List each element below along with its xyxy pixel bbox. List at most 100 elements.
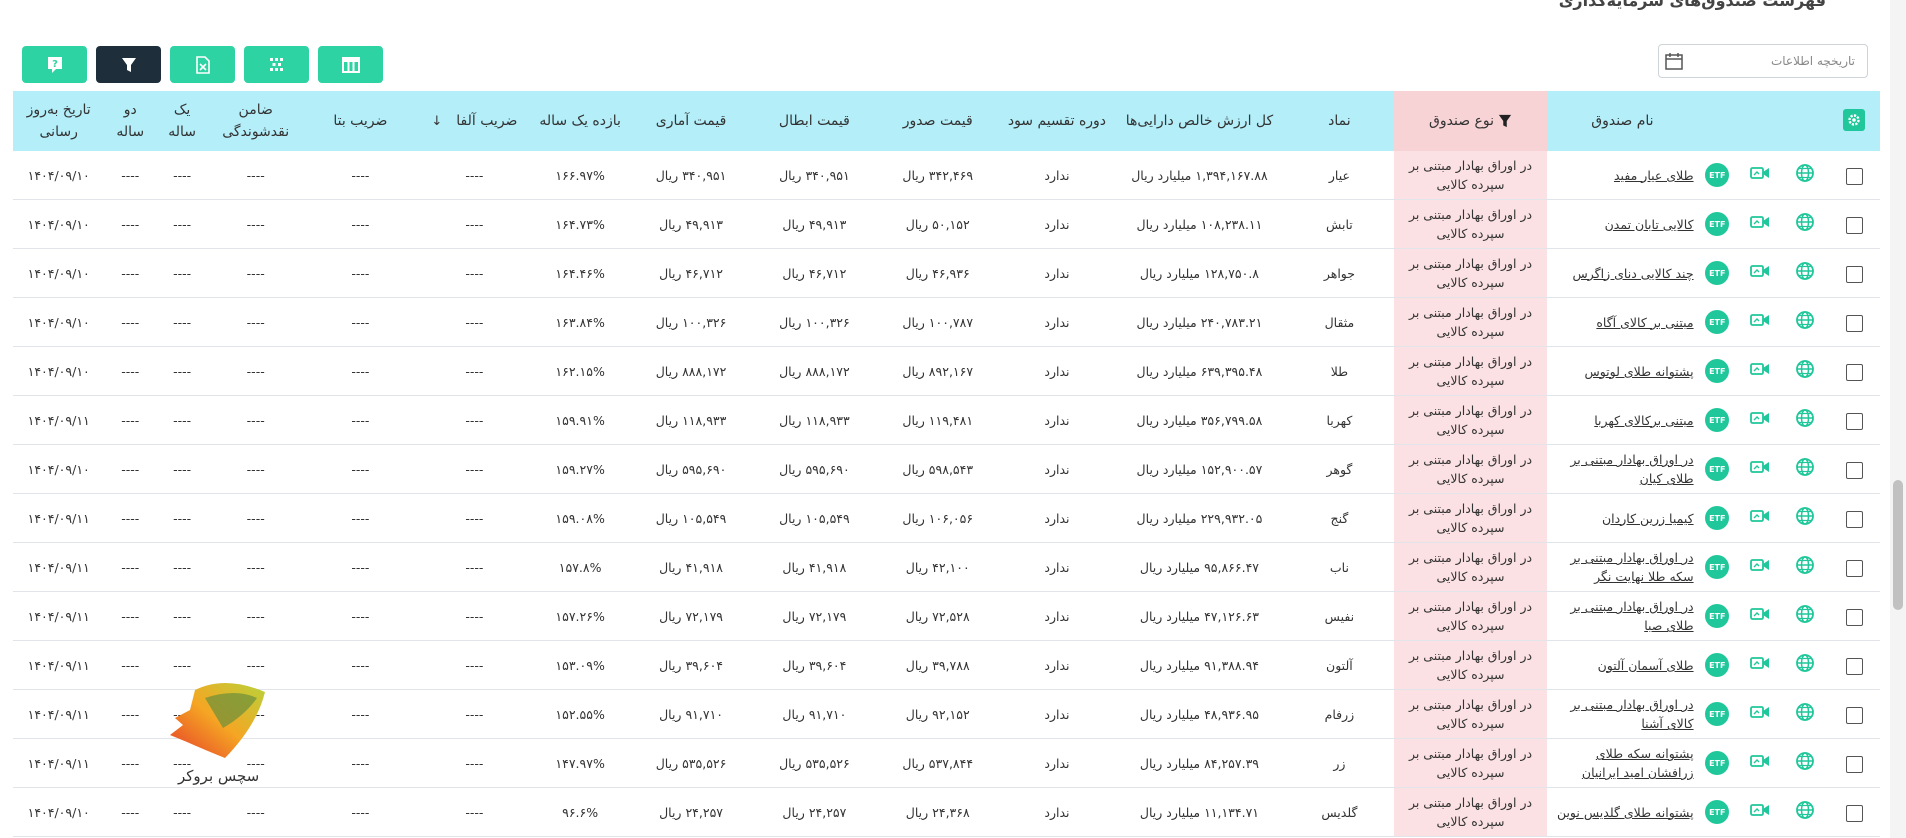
video-camera-icon[interactable] [1749,607,1770,621]
video-camera-icon[interactable] [1749,803,1770,817]
video-camera-icon[interactable] [1749,558,1770,572]
dividend-cell: ندارد [999,689,1114,739]
fund-name-link[interactable]: پشتوانه طلای گلدیس نوین [1557,805,1694,820]
table-row[interactable]: ETF در اوراق بهادار مبتنی بر سکه طلا نهای… [13,542,1880,592]
fund-name-link[interactable]: کالایی تابان تمدن [1605,217,1694,232]
help-button[interactable]: ? [22,46,87,83]
table-row[interactable]: ETF طلای عیار مفید در اوراق بهادار مبتنی ب… [13,151,1880,200]
row-checkbox[interactable] [1845,706,1863,724]
fund-name-link[interactable]: طلای عیار مفید [1614,168,1694,183]
header-stat-price[interactable]: قیمت آماری [628,91,754,151]
table-row[interactable]: ETF کالایی تابان تمدن در اوراق بهادار مبتن… [13,199,1880,249]
globe-icon[interactable] [1795,751,1815,771]
row-checkbox[interactable] [1845,412,1863,430]
globe-icon[interactable] [1795,457,1815,477]
video-camera-icon[interactable] [1749,215,1770,229]
fund-name-link[interactable]: در اوراق بهادار مبتنی بر سکه طلا نهایت ن… [1570,550,1693,584]
header-symbol[interactable]: نماد [1284,91,1394,151]
video-camera-icon[interactable] [1749,705,1770,719]
video-camera-icon[interactable] [1749,264,1770,278]
table-row[interactable]: ETF پشتوانه سکه طلای زرافشان امید ایرانیا… [13,738,1880,788]
fund-name-link[interactable]: پشتوانه سکه طلای زرافشان امید ایرانیان [1582,746,1694,780]
globe-icon[interactable] [1795,604,1815,624]
globe-icon[interactable] [1795,555,1815,575]
header-cancel-price[interactable]: قیمت ابطال [753,91,876,151]
gear-icon[interactable] [1843,108,1866,131]
header-guarantor[interactable]: ضامن نقدشوندگی [208,91,304,151]
row-checkbox[interactable] [1845,363,1863,381]
fund-name-link[interactable]: چند کالایی دنای زاگرس [1573,266,1694,281]
globe-icon[interactable] [1795,408,1815,428]
settings-column-header[interactable] [1828,91,1880,151]
header-nav-total[interactable]: کل ارزش خالص دارایی‌ها [1113,91,1285,151]
row-checkbox[interactable] [1845,608,1863,626]
fund-name-link[interactable]: مبتنی بر کالای آگاه [1596,315,1693,330]
calendar-icon[interactable] [1664,51,1684,71]
table-row[interactable]: ETF مبتنی بر کالای آگاه در اوراق بهادار مب… [13,297,1880,347]
qr-button[interactable] [244,46,309,83]
video-camera-icon[interactable] [1749,509,1770,523]
row-checkbox[interactable] [1845,461,1863,479]
row-checkbox[interactable] [1845,804,1863,822]
header-update-date[interactable]: تاریخ به‌روز رسانی [13,91,105,151]
video-camera-icon[interactable] [1749,166,1770,180]
table-row[interactable]: ETF در اوراق بهادار مبتنی بر طلای صبا در ا… [13,591,1880,641]
video-camera-icon[interactable] [1749,656,1770,670]
table-row[interactable]: ETF کیمیا زرین کاردان در اوراق بهادار مبتن… [13,493,1880,543]
table-row[interactable]: ETF در اوراق بهادار مبتنی بر طلای کیان در … [13,444,1880,494]
video-camera-icon[interactable] [1749,754,1770,768]
video-camera-icon[interactable] [1749,411,1770,425]
filter-button[interactable] [96,46,161,83]
header-dividend-period[interactable]: دوره تقسیم سود [999,91,1114,151]
header-two-year[interactable]: دو ساله [104,91,157,151]
globe-icon[interactable] [1795,359,1815,379]
date-history-input[interactable] [1658,44,1868,78]
columns-button[interactable] [318,46,383,83]
globe-icon[interactable] [1795,800,1815,820]
header-fund-type[interactable]: نوع صندوق [1393,91,1548,151]
fund-name-link[interactable]: کیمیا زرین کاردان [1602,511,1694,526]
fund-name-link[interactable]: در اوراق بهادار مبتنی بر طلای کیان [1570,452,1693,486]
vertical-scrollbar[interactable] [1890,0,1906,838]
fund-name-link[interactable]: در اوراق بهادار مبتنی بر کالای آشنا [1570,697,1693,731]
header-yearly-return[interactable]: بازده یک ساله [531,91,629,151]
fund-name-link[interactable]: در اوراق بهادار مبتنی بر طلای صبا [1570,599,1693,633]
excel-button[interactable] [170,46,235,83]
globe-icon[interactable] [1795,310,1815,330]
row-checkbox[interactable] [1845,167,1863,185]
table-row[interactable]: ETF پشتوانه طلای گلدیس نوین در اوراق بهادا… [13,787,1880,837]
nav-total-cell: ۹۱,۳۸۸.۹۴ میلیارد ریال [1113,640,1285,690]
row-checkbox[interactable] [1845,755,1863,773]
globe-icon[interactable] [1795,163,1815,183]
globe-icon[interactable] [1795,702,1815,722]
globe-icon[interactable] [1795,653,1815,673]
table-row[interactable]: ETF در اوراق بهادار مبتنی بر کالای آشنا در… [13,689,1880,739]
scrollbar-thumb[interactable] [1893,480,1903,610]
row-checkbox[interactable] [1845,510,1863,528]
two-year-cell: ---- [104,297,157,347]
header-alpha[interactable]: ضریب آلفا ↓ [417,91,532,151]
row-checkbox[interactable] [1845,559,1863,577]
globe-icon[interactable] [1795,506,1815,526]
video-camera-icon[interactable] [1749,313,1770,327]
video-camera-icon[interactable] [1749,460,1770,474]
fund-name-link[interactable]: پشتوانه طلای لوتوس [1584,364,1693,379]
table-row[interactable]: ETF پشتوانه طلای لوتوس در اوراق بهادار مبت… [13,346,1880,396]
row-checkbox[interactable] [1845,265,1863,283]
fund-name-link[interactable]: طلای آسمان آلتون [1598,658,1694,673]
row-checkbox[interactable] [1845,216,1863,234]
table-row[interactable]: ETF چند کالایی دنای زاگرس در اوراق بهادار … [13,248,1880,298]
table-row[interactable]: ETF طلای آسمان آلتون در اوراق بهادار مبتنی… [13,640,1880,690]
header-fund-name[interactable]: نام صندوق [1547,91,1698,151]
row-checkbox[interactable] [1845,657,1863,675]
header-issue-price[interactable]: قیمت صدور [875,91,1000,151]
globe-icon[interactable] [1795,261,1815,281]
header-one-year[interactable]: یک ساله [156,91,209,151]
table-row[interactable]: ETF مبتنی برکالای کهربا در اوراق بهادار مب… [13,395,1880,445]
fund-name-link[interactable]: مبتنی برکالای کهربا [1594,413,1693,428]
row-checkbox[interactable] [1845,314,1863,332]
video-cell [1736,395,1783,445]
globe-icon[interactable] [1795,212,1815,232]
video-camera-icon[interactable] [1749,362,1770,376]
header-beta[interactable]: ضریب بتا [303,91,418,151]
